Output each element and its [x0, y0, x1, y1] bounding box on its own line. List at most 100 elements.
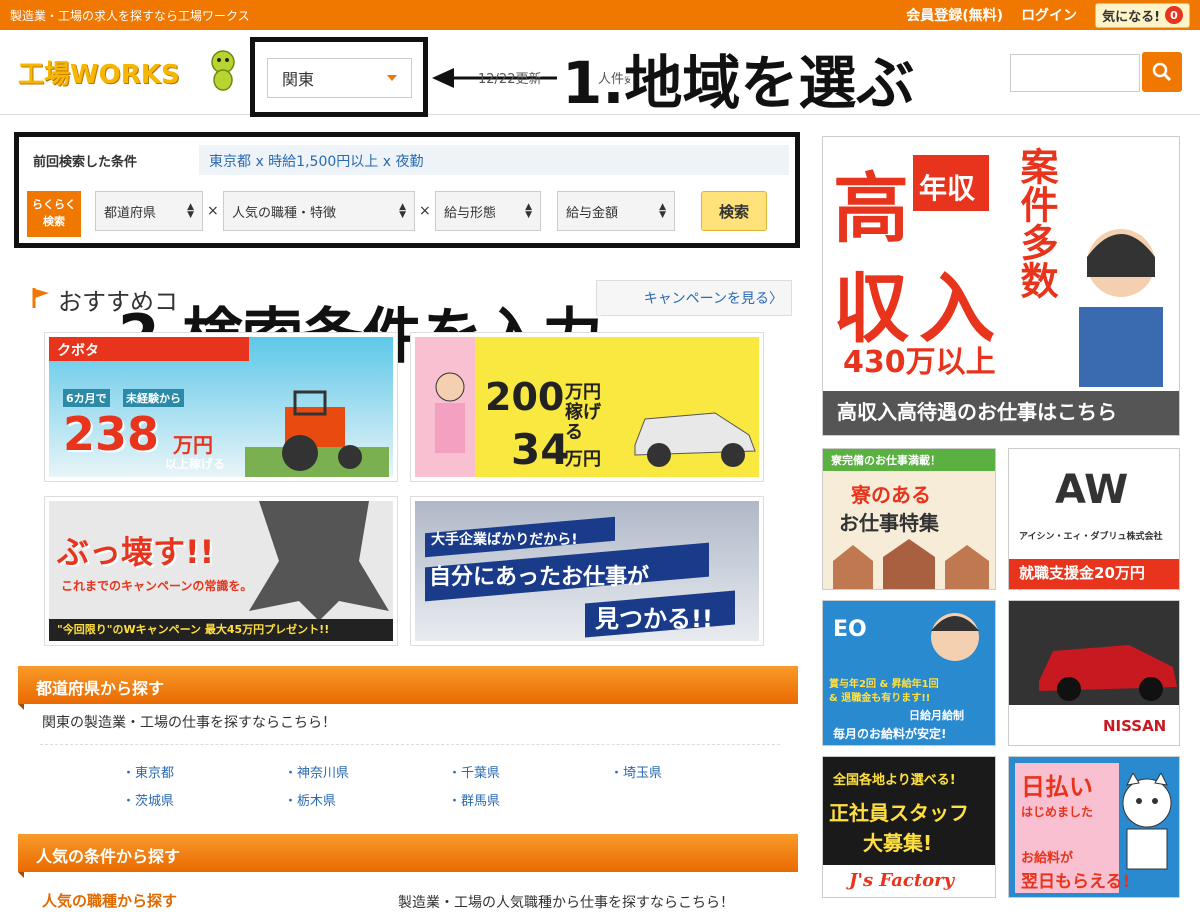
region-select[interactable]: 関東 [267, 58, 412, 98]
nissan-car-icon [1009, 601, 1179, 705]
ad6-logo: J's Factory [849, 870, 955, 891]
campaign-more-link[interactable]: キャンペーンを見る〉 [596, 280, 792, 316]
side-ad-eo[interactable]: EO 賞与年2回 & 昇給年1回 & 退職金も有ります!! 日給月給制 毎月のお… [822, 600, 996, 746]
ad6-main2: 大募集! [863, 831, 933, 855]
ad1-footer: 高収入高待遇のお仕事はこちら [837, 400, 1117, 424]
side-ad-daily-pay[interactable]: 日払い はじめました お給料が 翌日もらえる! [1008, 756, 1180, 898]
keyword-search-input[interactable] [1010, 54, 1140, 92]
favorite-count-badge: 0 [1165, 6, 1183, 24]
favorite-button[interactable]: 気になる! 0 [1095, 2, 1190, 28]
pay-type-select[interactable]: 給与形態 ▲ ▼ [435, 191, 541, 231]
kubota-unit: 万円 [173, 433, 213, 457]
easy-search-line2: 検索 [43, 215, 65, 228]
ad7-main2: はじめました [1021, 805, 1094, 819]
top-bar-actions: 会員登録(無料) ログイン 気になる! 0 [906, 2, 1190, 28]
pref-link-chiba[interactable]: 千葉県 [448, 762, 500, 781]
side-ad-aisin[interactable]: AW アイシン・エィ・ダブリュ株式会社 就職支援金20万円 [1008, 448, 1180, 590]
ad7-sub2: 翌日もらえる! [1021, 872, 1131, 892]
ad3-footer: 就職支援金20万円 [1019, 564, 1145, 582]
ad1-amount: 430万以上 [843, 345, 996, 380]
pay-amount-select[interactable]: 給与金額 ▲ ▼ [557, 191, 675, 231]
ad4-text1: 賞与年2回 & 昇給年1回 [829, 679, 939, 690]
car-icon [634, 412, 756, 467]
site-tagline: 製造業・工場の求人を探すなら工場ワークス [10, 8, 250, 23]
ad7-main1: 日払い [1021, 773, 1093, 801]
big-company-line1: 大手企業ばかりだから! [431, 532, 578, 548]
car-unit2: 万円 [565, 449, 601, 470]
search-icon [1152, 62, 1172, 82]
job-type-select-value: 人気の職種・特徴 [232, 205, 337, 221]
pref-link-gunma[interactable]: 群馬県 [448, 790, 500, 809]
ad2-top: 寮完備のお仕事満載！ [831, 454, 941, 467]
pref-link-tochigi[interactable]: 栃木県 [284, 790, 336, 809]
caret-down-icon [387, 75, 397, 81]
destroy-footer: "今回限り"のWキャンペーン 最大45万円プレゼント!! [57, 623, 330, 636]
kubota-banner[interactable]: クボタ 6カ月で 未経験から 238 万円 以上稼げる [44, 332, 398, 482]
car-amount2: 34 [511, 425, 570, 474]
job-type-select[interactable]: 人気の職種・特徴 ▲ ▼ [223, 191, 415, 231]
destroy-sub: これまでのキャンペーンの常識を。 [61, 579, 253, 593]
x-separator: × [207, 203, 219, 219]
ad4-logo: EO [833, 617, 867, 642]
conditions-search-button[interactable]: 検索 [701, 191, 767, 231]
ad2-main2: お仕事特集 [839, 511, 939, 535]
ad4-text4: 毎月のお給料が安定! [833, 727, 947, 741]
side-ad-high-income[interactable]: 高 年収 収 入 案件多数 430万以上 高収入高待遇のお仕事はこちら [822, 136, 1180, 436]
updown-icon: ▲ ▼ [525, 202, 532, 220]
update-date: 12/22更新 [478, 72, 542, 87]
pref-link-tokyo[interactable]: 東京都 [122, 762, 174, 781]
big-company-line2: 自分にあったお仕事が [429, 565, 650, 590]
annotation-step1: 1.地域を選ぶ [562, 49, 915, 117]
monster-claw-icon [249, 501, 389, 621]
ad6-main1: 正社員スタッフ [829, 801, 969, 825]
flag-icon [32, 288, 49, 308]
updown-icon: ▲ ▼ [187, 202, 194, 220]
register-link[interactable]: 会員登録(無料) [906, 5, 1003, 25]
car-amount1: 200 [485, 375, 565, 419]
ad3-logo: AW [1055, 467, 1129, 513]
prefecture-section-title: 都道府県から探す [18, 666, 798, 710]
side-ad-dormitory[interactable]: 寮完備のお仕事満載！ 寮のある お仕事特集 [822, 448, 996, 590]
kubota-sub2: 未経験から [123, 389, 184, 407]
ad2-main1: 寮のある [851, 483, 931, 507]
side-ad-nissan[interactable]: NISSAN [1008, 600, 1180, 746]
popular-job-subtitle: 人気の職種から探す [42, 892, 178, 910]
car-unit1: 万円稼げる [565, 382, 601, 443]
prefecture-select[interactable]: 都道府県 ▲ ▼ [95, 191, 203, 231]
search-button[interactable] [1142, 52, 1182, 92]
divider [40, 744, 780, 745]
easy-search-line1: らくらく [32, 198, 76, 211]
pref-link-kanagawa[interactable]: 神奈川県 [284, 762, 349, 781]
ad5-brand: NISSAN [1103, 717, 1167, 735]
ad1-big-char1: 高 [833, 164, 909, 253]
top-bar: 製造業・工場の求人を探すなら工場ワークス 会員登録(無料) ログイン 気になる!… [0, 0, 1200, 30]
login-link[interactable]: ログイン [1021, 5, 1077, 25]
pref-link-saitama[interactable]: 埼玉県 [610, 762, 662, 781]
updown-icon: ▲ ▼ [399, 202, 406, 220]
woman-figure-icon [435, 372, 465, 453]
destroy-campaign-banner[interactable]: ぶっ壊す!! これまでのキャンペーンの常識を。 "今回限り"のWキャンペーン 最… [44, 496, 398, 646]
man-photo-icon [931, 613, 979, 661]
pay-type-select-value: 給与形態 [444, 205, 497, 221]
side-ad-js-factory[interactable]: 全国各地より選べる! 正社員スタッフ 大募集! J's Factory [822, 756, 996, 898]
search-conditions-box: 前回検索した条件 東京都 x 時給1,500円以上 x 夜勤 らくらく 検索 都… [14, 132, 800, 248]
pref-link-ibaraki[interactable]: 茨城県 [122, 790, 174, 809]
updown-icon: ▲ ▼ [659, 202, 666, 220]
kubota-sub1: 6カ月で [63, 389, 110, 407]
prefecture-section-desc: 関東の製造業・工場の仕事を探すならこちら！ [42, 715, 336, 731]
site-logo[interactable]: 工場WORKS [18, 54, 180, 91]
region-highlight-box: 関東 [250, 37, 428, 117]
popular-job-desc: 製造業・工場の人気職種から仕事を探すならこちら！ [398, 895, 734, 911]
big-company-banner[interactable]: 大手企業ばかりだから! 自分にあったお仕事が 見つかる!! [410, 496, 764, 646]
big-company-line3: 見つかる!! [595, 605, 713, 633]
prefecture-select-value: 都道府県 [104, 205, 157, 221]
car-banner[interactable]: 200 万円稼げる 34 万円 [410, 332, 764, 482]
ad4-text2: & 退職金も有ります!! [829, 693, 931, 704]
region-select-value: 関東 [282, 70, 315, 89]
destroy-main: ぶっ壊す!! [57, 533, 215, 571]
popular-section-title: 人気の条件から探す [18, 834, 798, 878]
kubota-title: クボタ [57, 343, 99, 359]
previous-conditions-link[interactable]: 東京都 x 時給1,500円以上 x 夜勤 [199, 145, 789, 175]
mascot-icon [211, 50, 235, 91]
favorite-label: 気になる! [1102, 9, 1160, 25]
